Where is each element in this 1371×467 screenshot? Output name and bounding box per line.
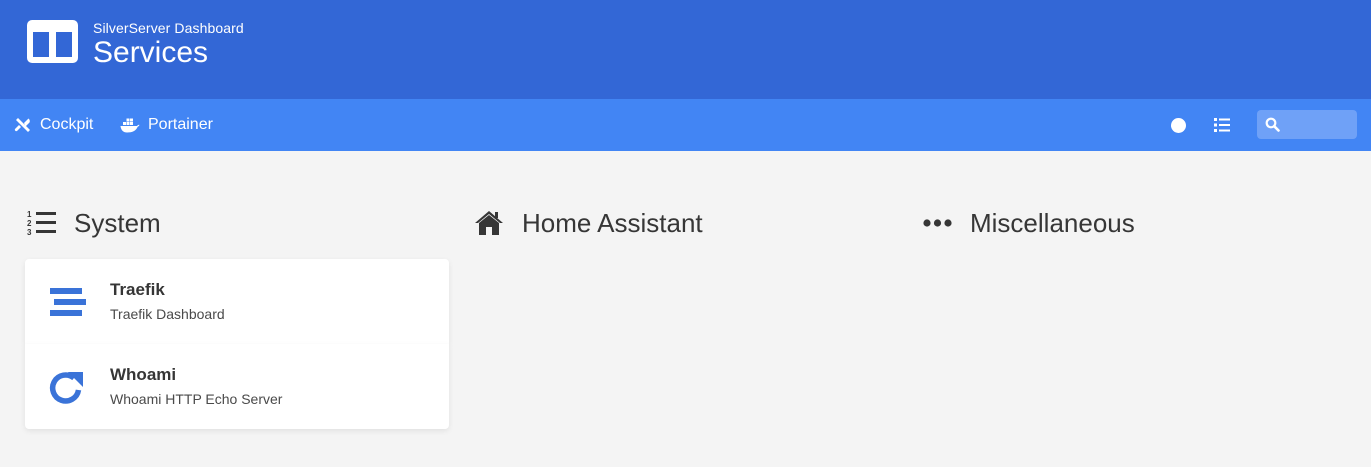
search-icon [1265,117,1280,132]
layout-list-icon[interactable] [1214,118,1230,132]
group-title-system: 1 2 3 System [27,205,161,241]
home-icon [475,211,503,235]
svg-text:1: 1 [27,210,32,219]
service-card-whoami[interactable]: Whoami Whoami HTTP Echo Server [25,344,449,429]
service-name: Whoami [110,365,177,384]
tools-icon [14,118,30,132]
columns-icon [27,20,78,63]
nav-link-portainer[interactable]: Portainer [120,99,213,151]
group-name: Miscellaneous [970,207,1135,238]
docker-icon [120,118,140,133]
nav-link-cockpit[interactable]: Cockpit [14,99,93,151]
group-name: System [74,207,161,238]
nav-link-label: Portainer [148,116,213,133]
service-subtitle: Whoami HTTP Echo Server [110,391,283,407]
theme-toggle-icon[interactable] [1171,118,1186,133]
service-subtitle: Traefik Dashboard [110,306,225,322]
navbar: Cockpit Portainer [0,99,1371,151]
search-input[interactable] [1285,110,1355,139]
svg-text:3: 3 [27,228,32,236]
group-name: Home Assistant [522,207,703,238]
traefik-icon [50,288,86,316]
list-ol-icon: 1 2 3 [27,210,56,236]
group-title-home-assistant: Home Assistant [474,205,703,241]
search-box[interactable] [1257,110,1357,139]
service-card-traefik[interactable]: Traefik Traefik Dashboard [25,259,449,344]
page-title: Services [93,36,209,69]
service-name: Traefik [110,280,165,299]
dashboard-subtitle: SilverServer Dashboard [93,20,244,36]
nav-link-label: Cockpit [40,116,94,133]
group-title-miscellaneous: Miscellaneous [923,205,1135,241]
redo-icon [49,372,83,404]
ellipsis-icon [923,219,952,227]
page-header: SilverServer Dashboard Services [0,0,1371,99]
svg-text:2: 2 [27,219,32,228]
